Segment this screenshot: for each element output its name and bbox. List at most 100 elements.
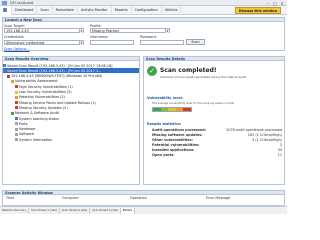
column-error-message[interactable]: Error Message xyxy=(206,196,230,200)
tree-item[interactable]: Vulnerability Assessment xyxy=(11,79,139,84)
tree-node-icon xyxy=(15,122,18,126)
tree-item[interactable]: Low Security Vulnerabilities (2) xyxy=(15,90,139,95)
tree-node-icon xyxy=(15,101,18,105)
stat-label: Open ports: xyxy=(152,153,175,157)
credentials-select[interactable]: Alternative credentials ▾ xyxy=(4,40,84,45)
username-input[interactable] xyxy=(90,40,134,45)
vulnerability-level-text: The average vulnerability level for the … xyxy=(152,102,235,105)
tree-item[interactable]: Missing Service Packs and Update Rollups… xyxy=(15,100,139,105)
menu-remediate[interactable]: Remediate xyxy=(53,5,78,15)
tree-item-label: Low Security Vulnerabilities (2) xyxy=(19,90,72,94)
scan-target-input[interactable]: 192.168.3.43 ▾ xyxy=(4,28,84,33)
tree-item[interactable]: 192.168.3.43 [WINDOWS-TEST] (Windows 10 … xyxy=(7,74,139,79)
vulnerability-level-segment xyxy=(175,108,184,111)
menu-reports[interactable]: Reports xyxy=(112,5,132,15)
stat-row: Audit operations processed: 2078 audit op… xyxy=(152,128,282,132)
tree-item-label: Missing Service Packs and Update Rollups… xyxy=(19,100,96,105)
tree-item-label: 192.168.3.43 [WINDOWS-TEST] (Windows 10 … xyxy=(11,74,103,79)
tree-node-icon xyxy=(3,64,6,67)
stat-label: Audit operations processed: xyxy=(152,128,207,132)
results-statistics-heading: Results statistics: xyxy=(147,122,182,126)
profile-value: Missing Patches xyxy=(92,28,119,33)
activity-header: Scanner Activity Window xyxy=(2,190,285,195)
menu-configuration[interactable]: Configuration xyxy=(132,5,162,15)
tree-item[interactable]: Software xyxy=(15,132,139,137)
tab-network-discovery[interactable]: Network discovery xyxy=(0,207,30,214)
chevron-down-icon[interactable]: ▾ xyxy=(79,29,83,33)
stat-value: 162 (2 Critical/High) xyxy=(247,133,282,137)
credentials-value: Alternative credentials xyxy=(6,40,45,45)
tree-node-icon xyxy=(15,132,18,136)
tree-item-label: Ports xyxy=(19,121,28,126)
tree-item[interactable]: Missing Security Updates (2) xyxy=(15,105,139,110)
menu-dashboard[interactable]: Dashboard xyxy=(12,5,38,15)
tree-item[interactable]: High Security Vulnerabilities (1) xyxy=(15,84,139,89)
results-summary: Summary of scan results generated during… xyxy=(160,75,246,79)
chevron-down-icon[interactable]: ▾ xyxy=(165,29,169,33)
stat-label: Installed applications: xyxy=(152,148,195,152)
tab-errors[interactable]: Errors xyxy=(121,207,135,214)
tree-item-label: Potential Vulnerabilities (2) xyxy=(19,95,65,100)
tree-item-label: Saved Scan Result (192.168.3.43) - [Fri … xyxy=(7,68,102,73)
tree-node-icon xyxy=(15,95,18,99)
tree-node-icon xyxy=(11,79,14,83)
tree-node-icon xyxy=(7,74,10,78)
tree-item-label: Missing Security Updates (2) xyxy=(19,105,68,110)
tree-item-label: System patching status xyxy=(19,116,60,121)
stat-label: Missing software updates: xyxy=(152,133,203,137)
tree-item[interactable]: Saved Scan Result (192.168.3.43) - [Fri … xyxy=(3,63,139,68)
stat-row: Missing software updates: 162 (2 Critical… xyxy=(152,133,282,137)
tree-node-icon xyxy=(3,69,6,73)
scan-options-link[interactable]: Scan Options... xyxy=(4,47,30,51)
tree-item[interactable]: Network & Software Audit xyxy=(11,111,139,116)
tree-item-label: Hardware xyxy=(19,127,36,132)
stat-row: Open ports: 11 xyxy=(152,153,282,157)
password-input[interactable] xyxy=(140,40,184,45)
discuss-version-button[interactable]: Discuss this version xyxy=(234,7,281,14)
stat-value: 2078 audit operations processed xyxy=(226,128,282,132)
tree-item-label: Vulnerability Assessment xyxy=(15,79,58,84)
tree-node-icon xyxy=(11,111,14,115)
menu-activity-monitor[interactable]: Activity Monitor xyxy=(78,5,112,15)
window-title: GFI LanGuard xyxy=(10,0,34,5)
stat-label: Other vulnerabilities: xyxy=(152,138,193,142)
tree-item-label: Software xyxy=(19,132,34,137)
menu-scan[interactable]: Scan xyxy=(37,5,53,15)
tree-node-icon xyxy=(15,127,18,131)
tree-item[interactable]: Hardware xyxy=(15,127,139,132)
vulnerability-level-bar xyxy=(152,107,192,112)
launch-scan-panel xyxy=(2,17,285,51)
tree-item[interactable]: Saved Scan Result (192.168.3.43) - [Fri … xyxy=(3,68,139,74)
vulnerability-level-segment xyxy=(183,108,191,111)
launch-scan-header: Launch a New Scan xyxy=(2,17,285,22)
tree-node-icon xyxy=(15,85,18,89)
column-operation[interactable]: Operation xyxy=(130,196,147,200)
tab-scan-thread-2[interactable]: Scan thread 2 (idle) xyxy=(60,207,91,214)
tree-item-label: High Security Vulnerabilities (1) xyxy=(19,84,73,89)
column-time[interactable]: Time xyxy=(6,196,14,200)
stat-row: Potential vulnerabilities: 2 xyxy=(152,143,282,147)
tree-item-label: Saved Scan Result (192.168.3.43) - [Fri … xyxy=(7,63,113,68)
stat-value: 3 (1 Critical/High) xyxy=(252,138,282,142)
results-header: Scan Results Details xyxy=(143,56,285,61)
main-menu: Dashboard Scan Remediate Activity Monito… xyxy=(0,5,287,15)
scan-target-value: 192.168.3.43 xyxy=(6,28,29,33)
stat-value: 11 xyxy=(277,153,282,157)
menu-utilities[interactable]: Utilities xyxy=(162,5,182,15)
tree-item[interactable]: System Information xyxy=(15,137,139,142)
stat-value: 34 xyxy=(277,148,282,152)
tree-item[interactable]: Ports xyxy=(15,121,139,126)
scan-button[interactable]: Scan xyxy=(186,39,205,45)
tree-item[interactable]: System patching status xyxy=(15,116,139,121)
vulnerability-level-segment xyxy=(168,108,176,111)
tab-scan-thread-1[interactable]: Scan thread 1 (idle) xyxy=(29,207,60,214)
stat-value: 2 xyxy=(279,143,282,147)
tree-item[interactable]: Potential Vulnerabilities (2) xyxy=(15,95,139,100)
menu-home[interactable] xyxy=(0,5,12,15)
profile-select[interactable]: Missing Patches ▾ xyxy=(90,28,170,33)
column-computer[interactable]: Computer xyxy=(62,196,79,200)
stat-row: Other vulnerabilities: 3 (1 Critical/High… xyxy=(152,138,282,142)
stat-row: Installed applications: 34 xyxy=(152,148,282,152)
chevron-down-icon[interactable]: ▾ xyxy=(79,41,83,45)
tab-scan-thread-3[interactable]: Scan thread 3 (idle) xyxy=(90,207,122,214)
